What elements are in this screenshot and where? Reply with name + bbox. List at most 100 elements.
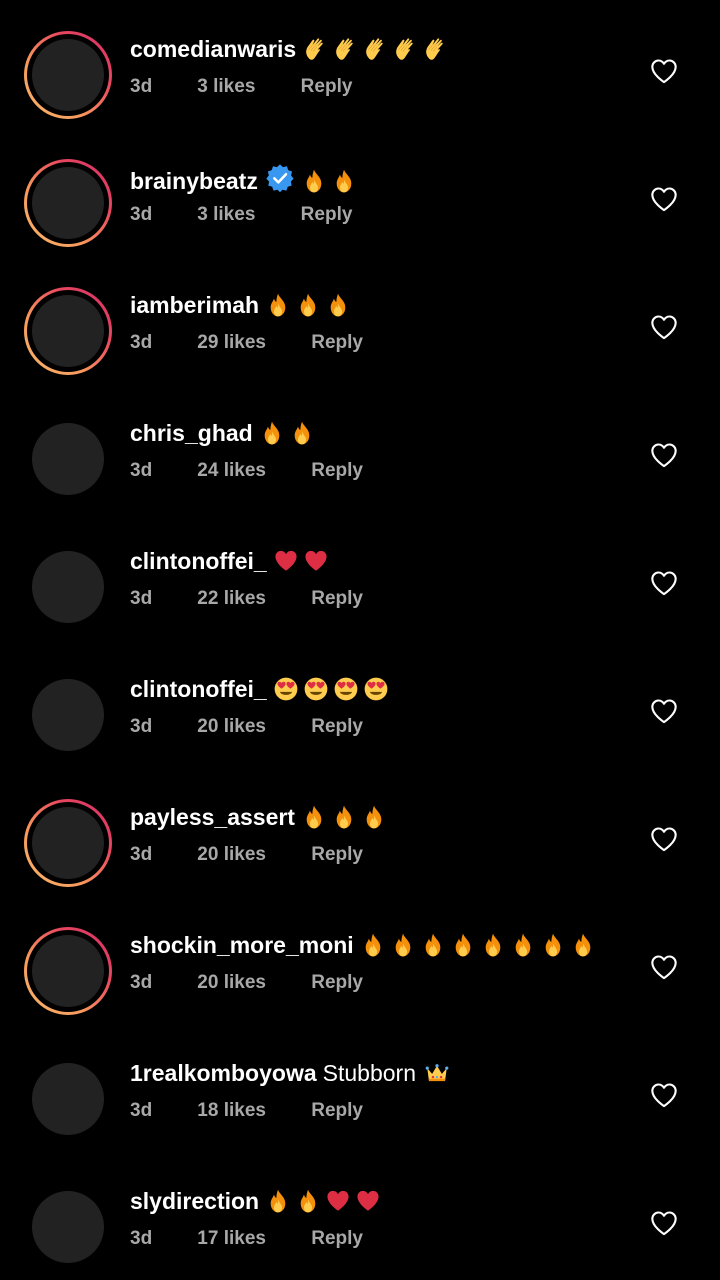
like-heart-icon[interactable] [650, 1082, 678, 1108]
clap-emoji [332, 36, 358, 62]
comment-meta: 3d 18 likes Reply [130, 1100, 363, 1122]
red-heart-emoji [273, 548, 299, 574]
like-heart-icon[interactable] [650, 186, 678, 212]
comment-body [259, 420, 319, 446]
comment-content: brainybeatz [130, 163, 361, 199]
comment-row: 1realkomboyowa Stubborn 3d 18 likes Repl… [0, 1024, 720, 1152]
comment-content: clintonoffei_ [130, 547, 333, 575]
comment-likes[interactable]: 22 likes [197, 588, 266, 610]
comment-time: 3d [130, 460, 153, 481]
avatar[interactable] [24, 159, 112, 247]
verified-badge-icon [265, 163, 295, 193]
comment-time: 3d [130, 332, 153, 353]
comment-content: 1realkomboyowa Stubborn [130, 1059, 454, 1087]
comment-body [265, 1188, 385, 1214]
reply-button[interactable]: Reply [311, 588, 363, 610]
comment-username[interactable]: payless_assert [130, 803, 295, 831]
comment-likes[interactable]: 20 likes [197, 716, 266, 738]
avatar[interactable] [24, 415, 112, 503]
comment-row: chris_ghad 3d 24 likes Reply [0, 384, 720, 512]
reply-button[interactable]: Reply [311, 716, 363, 738]
comment-content: clintonoffei_ [130, 675, 393, 703]
red-heart-emoji [325, 1188, 351, 1214]
comment-likes[interactable]: 18 likes [197, 1100, 266, 1122]
comment-time: 3d [130, 844, 153, 865]
reply-button[interactable]: Reply [311, 332, 363, 354]
reply-button[interactable]: Reply [311, 1100, 363, 1122]
comment-row: comedianwaris 3d 3 likes Reply [0, 0, 720, 128]
comment-row: shockin_more_moni 3d 20 likes Reply [0, 896, 720, 1024]
heart-eyes-emoji [273, 676, 299, 702]
like-heart-icon[interactable] [650, 826, 678, 852]
avatar[interactable] [24, 799, 112, 887]
reply-button[interactable]: Reply [311, 972, 363, 994]
comment-meta: 3d 17 likes Reply [130, 1228, 363, 1250]
comment-username[interactable]: iamberimah [130, 291, 259, 319]
comment-likes[interactable]: 20 likes [197, 844, 266, 866]
fire-emoji [301, 168, 327, 194]
like-heart-icon[interactable] [650, 570, 678, 596]
comment-content: shockin_more_moni [130, 931, 600, 959]
comment-likes[interactable]: 17 likes [197, 1228, 266, 1250]
like-heart-icon[interactable] [650, 1210, 678, 1236]
red-heart-emoji [303, 548, 329, 574]
comment-content: slydirection [130, 1187, 385, 1215]
comment-username[interactable]: comedianwaris [130, 35, 296, 63]
comment-likes[interactable]: 24 likes [197, 460, 266, 482]
comment-likes[interactable]: 3 likes [197, 204, 255, 226]
reply-button[interactable]: Reply [311, 844, 363, 866]
comment-likes[interactable]: 29 likes [197, 332, 266, 354]
fire-emoji [295, 292, 321, 318]
avatar[interactable] [24, 1055, 112, 1143]
reply-button[interactable]: Reply [311, 1228, 363, 1250]
like-heart-icon[interactable] [650, 442, 678, 468]
comment-row: brainybeatz 3d 3 likes Reply [0, 128, 720, 256]
comment-time: 3d [130, 1228, 153, 1249]
avatar[interactable] [24, 31, 112, 119]
comment-username[interactable]: brainybeatz [130, 167, 258, 195]
comment-username[interactable]: clintonoffei_ [130, 675, 267, 703]
fire-emoji [331, 168, 357, 194]
comment-row: clintonoffei_ 3d 22 likes Reply [0, 512, 720, 640]
like-heart-icon[interactable] [650, 698, 678, 724]
fire-emoji [289, 420, 315, 446]
crown-emoji [424, 1060, 450, 1086]
reply-button[interactable]: Reply [301, 204, 353, 226]
comment-meta: 3d 20 likes Reply [130, 716, 363, 738]
comment-row: payless_assert 3d 20 likes Reply [0, 768, 720, 896]
comment-body [265, 292, 355, 318]
comment-username[interactable]: chris_ghad [130, 419, 253, 447]
fire-emoji [480, 932, 506, 958]
like-heart-icon[interactable] [650, 954, 678, 980]
fire-emoji [360, 932, 386, 958]
like-heart-icon[interactable] [650, 314, 678, 340]
comment-username[interactable]: clintonoffei_ [130, 547, 267, 575]
avatar[interactable] [24, 927, 112, 1015]
like-heart-icon[interactable] [650, 58, 678, 84]
comment-row: clintonoffei_ 3d 20 likes Reply [0, 640, 720, 768]
avatar[interactable] [24, 287, 112, 375]
heart-eyes-emoji [333, 676, 359, 702]
comment-likes[interactable]: 3 likes [197, 76, 255, 98]
avatar[interactable] [24, 671, 112, 759]
comment-list: comedianwaris 3d 3 likes Reply brainybea… [0, 0, 720, 1280]
comment-body [360, 932, 600, 958]
avatar[interactable] [24, 1183, 112, 1271]
comment-username[interactable]: slydirection [130, 1187, 259, 1215]
comment-content: payless_assert [130, 803, 391, 831]
reply-button[interactable]: Reply [311, 460, 363, 482]
comment-username[interactable]: shockin_more_moni [130, 931, 354, 959]
reply-button[interactable]: Reply [301, 76, 353, 98]
comment-likes[interactable]: 20 likes [197, 972, 266, 994]
fire-emoji [331, 804, 357, 830]
comment-username[interactable]: 1realkomboyowa [130, 1059, 317, 1087]
comment-meta: 3d 24 likes Reply [130, 460, 363, 482]
comment-time: 3d [130, 76, 153, 97]
comment-meta: 3d 3 likes Reply [130, 76, 352, 98]
fire-emoji [570, 932, 596, 958]
comment-time: 3d [130, 972, 153, 993]
avatar[interactable] [24, 543, 112, 631]
comment-body [273, 548, 333, 574]
fire-emoji [510, 932, 536, 958]
comment-text: Stubborn [322, 1060, 416, 1086]
